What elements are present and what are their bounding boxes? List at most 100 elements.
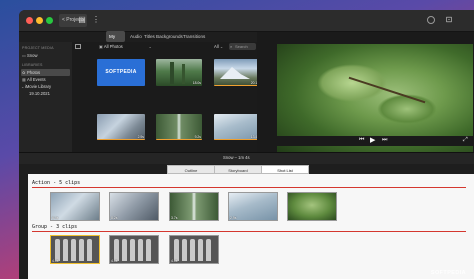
clip-thumbnail[interactable]: 4.0s — [109, 235, 159, 264]
sidebar-item-label: All Events — [27, 77, 46, 82]
figure-placeholder — [130, 239, 135, 261]
sidebar-item-photos[interactable]: ✿ Photos — [21, 69, 70, 76]
clip-duration: 4.0s — [111, 259, 118, 263]
search-icon: ⌕ — [230, 44, 233, 49]
figure-placeholder — [190, 239, 195, 261]
tab-storyboard[interactable]: Storyboard — [214, 165, 262, 174]
fullscreen-icon[interactable]: ⤢ — [463, 137, 468, 144]
photos-icon: ✿ — [22, 70, 26, 75]
clip-thumbnail[interactable]: 6.9s — [50, 192, 100, 221]
media-thumbnail[interactable]: 9.2s — [156, 114, 202, 140]
sidebar-item-label: iMovie Library — [25, 84, 52, 89]
group-title: Group - 3 clips — [32, 224, 78, 230]
playback-controls: ⏮ ▶ ⏭ ⤢ — [277, 136, 473, 146]
mountain-icon — [220, 67, 250, 79]
search-placeholder: Search — [235, 44, 248, 49]
sidebar-item-snow[interactable]: ▭ Snow — [21, 52, 70, 59]
imovie-window: < Projects ▤ ⋮ ⊡ My Media Audio Titles B… — [19, 10, 474, 279]
zoom-window-button[interactable] — [46, 17, 53, 24]
sidebar-item-all-events[interactable]: ▦ All Events — [21, 76, 70, 83]
viewer: ⏮ ▶ ⏭ ⤢ — [257, 32, 474, 156]
album-select[interactable]: ▣ All Photos ⌄ — [97, 43, 152, 50]
project-title: Snow — [223, 155, 234, 160]
group-divider — [32, 187, 466, 188]
project-name: Snow – 1m 4s — [223, 155, 250, 160]
settings-icon[interactable]: ⊡ — [444, 15, 454, 25]
figure-placeholder — [87, 239, 92, 261]
figure-placeholder — [114, 239, 119, 261]
figure-placeholder — [182, 239, 187, 261]
clip-thumbnail[interactable]: 4.0s — [50, 235, 100, 264]
leaf-image — [317, 64, 387, 102]
tree-icon — [170, 62, 174, 84]
sidebar-item-label: Photos — [27, 70, 41, 75]
used-clip-indicator — [156, 138, 202, 140]
sidebar: PROJECT MEDIA ▭ Snow LIBRARIES ✿ Photos … — [19, 42, 72, 152]
tree-icon — [182, 64, 185, 84]
clip-duration: 4.0s — [171, 259, 178, 263]
sidebar-item-imovie-library[interactable]: ⌄ iMovie Library — [21, 83, 70, 90]
figure-placeholder — [138, 239, 143, 261]
play-icon[interactable]: ▶ — [370, 136, 375, 144]
figure-placeholder — [206, 239, 211, 261]
softpedia-watermark: SOFTPEDIA — [430, 270, 466, 276]
tab-my-media[interactable]: My Media — [106, 31, 125, 50]
media-browser: ▣ All Photos ⌄ All ⌄ ⌕ Search SOFTPEDIA … — [72, 42, 260, 152]
used-clip-indicator — [214, 84, 260, 86]
clip-thumbnail[interactable]: 3.7s — [169, 192, 219, 221]
chevron-down-icon: ⌄ — [148, 44, 152, 49]
clip-duration: 2.9s — [230, 216, 237, 220]
figure-placeholder — [63, 239, 68, 261]
tab-shot-list[interactable]: Shot List — [261, 165, 309, 174]
filter-bar: ▣ All Photos ⌄ All ⌄ ⌕ Search — [72, 42, 257, 52]
figure-placeholder — [174, 239, 179, 261]
shot-list-panel: Action - 5 clips 6.9s 8.2s 3.7s 2.9s Gro… — [28, 174, 474, 279]
filter-select[interactable]: All ⌄ — [214, 43, 227, 50]
thumbnail-title: SOFTPEDIA — [105, 69, 137, 75]
clip-duration: 3.7s — [171, 216, 178, 220]
film-icon: ▭ — [22, 53, 26, 58]
media-thumbnail[interactable]: SOFTPEDIA — [97, 59, 145, 86]
clip-duration: 8.2s — [111, 216, 118, 220]
album-select-value: All Photos — [103, 44, 123, 49]
search-input[interactable]: ⌕ Search — [229, 43, 256, 50]
used-clip-indicator — [214, 138, 260, 140]
tab-outline[interactable]: Outline — [167, 165, 215, 174]
close-window-button[interactable] — [26, 17, 33, 24]
clip-duration: 6.9s — [52, 216, 59, 220]
title-bar: < Projects ▤ ⋮ ⊡ — [19, 10, 474, 32]
figure-placeholder — [79, 239, 84, 261]
chevron-down-icon: ⌄ — [218, 44, 224, 49]
figure-placeholder — [122, 239, 127, 261]
sidebar-item-label: 19.10.2021 — [29, 91, 50, 96]
clip-thumbnail[interactable] — [287, 192, 337, 221]
sidebar-item-event-date[interactable]: 19.10.2021 — [21, 90, 70, 97]
used-clip-indicator — [97, 138, 145, 140]
libraries-heading: LIBRARIES — [22, 63, 43, 67]
clip-thumbnail[interactable]: 4.0s — [169, 235, 219, 264]
figure-placeholder — [198, 239, 203, 261]
project-duration: 1m 4s — [238, 155, 250, 160]
clip-duration: 4.0s — [52, 259, 59, 263]
share-icon[interactable]: ⋮ — [91, 15, 101, 25]
tab-transitions[interactable]: Transitions — [180, 31, 208, 42]
minimize-window-button[interactable] — [36, 17, 43, 24]
skip-forward-icon[interactable]: ⏭ — [382, 137, 387, 144]
group-title: Action - 5 clips — [32, 180, 81, 186]
media-thumbnail[interactable]: 18.0s — [156, 59, 202, 86]
leaf-image — [377, 94, 437, 124]
events-icon: ▦ — [22, 77, 26, 82]
media-thumbnail[interactable]: 13.4s — [214, 114, 260, 140]
sidebar-item-label: Snow — [27, 53, 38, 58]
clip-thumbnail[interactable]: 2.9s — [228, 192, 278, 221]
skip-back-icon[interactable]: ⏮ — [359, 137, 364, 144]
share-project-icon[interactable] — [427, 16, 435, 24]
import-icon[interactable]: ▤ — [77, 15, 87, 25]
media-thumbnail[interactable]: 2.9s — [97, 114, 145, 140]
group-divider — [32, 231, 466, 232]
project-media-heading: PROJECT MEDIA — [22, 46, 54, 50]
media-thumbnail[interactable]: 20.1s — [214, 59, 260, 86]
grid-view-icon[interactable] — [75, 44, 81, 49]
timeline-header: Snow – 1m 4s — [19, 152, 474, 164]
clip-thumbnail[interactable]: 8.2s — [109, 192, 159, 221]
